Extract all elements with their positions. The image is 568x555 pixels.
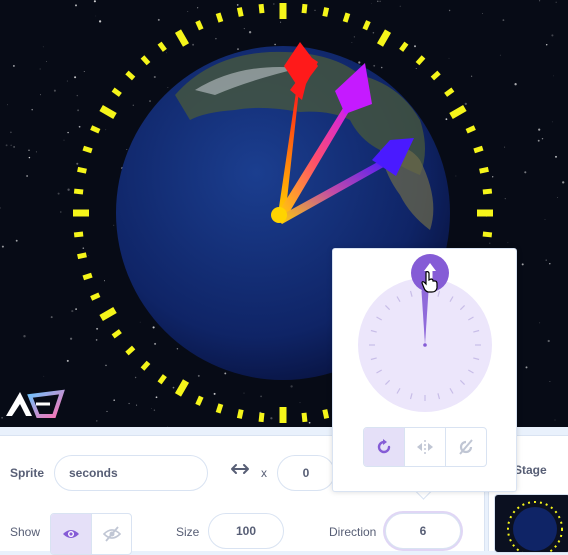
clock-tick	[77, 252, 87, 260]
clock-tick	[444, 87, 455, 97]
clock-tick	[111, 329, 122, 339]
dont-rotate-icon	[459, 439, 473, 455]
flip-left-right-icon	[417, 440, 433, 454]
clock-tick	[342, 12, 351, 23]
app-logo	[6, 389, 65, 418]
clock-tick	[322, 7, 330, 17]
clock-tick	[215, 12, 224, 23]
rotation-all-around-button[interactable]	[364, 428, 404, 466]
rotation-dont-rotate-button[interactable]	[445, 428, 486, 466]
direction-popover	[332, 248, 517, 492]
clock-tick	[140, 55, 151, 66]
size-label: Size	[176, 525, 200, 539]
clock-tick	[258, 3, 265, 14]
clock-tick	[77, 166, 87, 174]
sprite-name-input[interactable]: seconds	[54, 455, 208, 491]
clock-tick	[236, 409, 244, 419]
hide-sprite-button[interactable]	[91, 514, 131, 554]
clock-tick	[195, 20, 204, 31]
clock-tick	[90, 292, 101, 301]
clock-tick	[174, 379, 190, 397]
clock-tick	[99, 306, 117, 322]
clock-tick	[362, 20, 371, 31]
clock-tick	[301, 412, 308, 423]
clock-tick	[99, 104, 117, 120]
rotation-style-group	[363, 427, 487, 467]
stage-thumbnail[interactable]	[494, 494, 568, 553]
show-sprite-button[interactable]	[51, 514, 91, 554]
hand-cursor-icon	[421, 271, 439, 298]
clock-tick	[157, 374, 167, 385]
clock-tick	[279, 3, 287, 19]
show-label: Show	[10, 525, 41, 539]
stage-thumbnail-image	[507, 501, 563, 552]
clock-tick	[482, 231, 493, 238]
x-label: x	[261, 466, 267, 480]
clock-tick	[73, 231, 84, 238]
clock-tick	[479, 166, 489, 174]
visibility-toggle	[50, 513, 132, 555]
clock-tick	[258, 412, 265, 423]
direction-label: Direction	[329, 525, 377, 539]
clock-tick	[90, 125, 101, 134]
clock-tick	[111, 87, 122, 97]
clock-tick	[279, 407, 287, 423]
clock-tick	[174, 29, 190, 47]
clock-tick	[449, 104, 467, 120]
eye-icon	[63, 530, 79, 538]
clock-tick	[82, 272, 93, 281]
clock-tick	[477, 209, 493, 217]
clock-tick	[140, 360, 151, 371]
clock-tick	[82, 145, 93, 154]
clock-tick	[157, 41, 167, 52]
rotation-left-right-button[interactable]	[404, 428, 445, 466]
rotate-all-around-icon	[377, 439, 391, 454]
clock-tick	[301, 3, 308, 14]
clock-tick	[399, 41, 409, 52]
clock-tick	[236, 7, 244, 17]
sprite-label: Sprite	[10, 466, 45, 480]
clock-tick	[376, 29, 392, 47]
clock-tick	[322, 409, 330, 419]
clock-tick	[125, 70, 136, 81]
clock-tick	[73, 188, 84, 195]
clock-tick	[215, 403, 224, 414]
clock-tick	[195, 395, 204, 406]
size-input[interactable]: 100	[208, 513, 284, 549]
clock-tick	[415, 55, 426, 66]
x-arrows-icon	[230, 462, 250, 481]
stage-title: Stage	[514, 463, 547, 477]
clock-tick	[465, 125, 476, 134]
clock-tick	[125, 345, 136, 356]
x-input[interactable]: 0	[277, 455, 335, 491]
clock-tick	[473, 145, 484, 154]
direction-input[interactable]: 6	[385, 513, 461, 549]
clock-tick	[430, 70, 441, 81]
clock-tick	[482, 188, 493, 195]
eye-slash-icon	[102, 526, 121, 542]
clock-tick	[73, 209, 89, 217]
